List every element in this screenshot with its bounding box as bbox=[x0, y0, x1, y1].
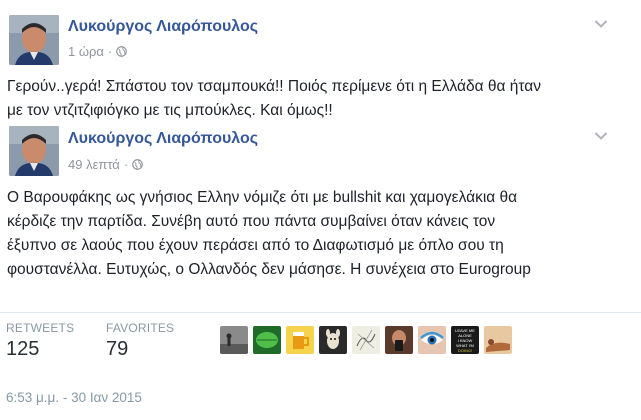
avatar-text-poster-icon[interactable]: LEAVE ME ALONE I KNOW WHAT I'M DOING! bbox=[451, 326, 479, 354]
post-text: Ο Βαρουφάκης ως γνήσιος Ελλην νόμιζε ότι… bbox=[7, 186, 531, 282]
avatar-photo-icon bbox=[9, 126, 59, 176]
avatar-green-leaf-icon[interactable] bbox=[253, 326, 281, 354]
chevron-down-icon[interactable] bbox=[594, 131, 608, 141]
avatar-eye-makeup-icon[interactable] bbox=[418, 326, 446, 354]
facebook-post-2: Λυκούργος Λιαρόπουλος 49 λεπτά · Ο Βαρου… bbox=[0, 0, 641, 300]
post-text-line: κέρδιζε την παρτίδα. Συνέβη αυτό που πάν… bbox=[7, 213, 496, 230]
globe-icon bbox=[132, 159, 144, 170]
favorites-count[interactable]: 79 bbox=[106, 338, 128, 361]
favoriters-avatars: LEAVE ME ALONE I KNOW WHAT I'M DOING! bbox=[220, 326, 512, 354]
post-time[interactable]: 49 λεπτά bbox=[68, 157, 120, 172]
avatar-beer-mug-icon[interactable] bbox=[286, 326, 314, 354]
favorites-label[interactable]: FAVORITES bbox=[106, 321, 174, 335]
avatar-sketch-icon[interactable] bbox=[352, 326, 380, 354]
avatar-silhouette-fog-icon[interactable] bbox=[220, 326, 248, 354]
post-text-line: έξυπνο σε λαούς που έχουν περάσει από το… bbox=[7, 237, 504, 254]
author-name[interactable]: Λυκούργος Λιαρόπουλος bbox=[68, 130, 258, 148]
retweets-count[interactable]: 125 bbox=[6, 338, 39, 361]
meta-separator: · bbox=[123, 157, 129, 172]
avatar-llama-icon[interactable] bbox=[319, 326, 347, 354]
retweets-label[interactable]: RETWEETS bbox=[6, 321, 74, 335]
tweet-timestamp[interactable]: 6:53 μ.μ. - 30 Ιαν 2015 bbox=[6, 390, 142, 405]
avatar-reclining-figure-icon[interactable] bbox=[484, 326, 512, 354]
post-text-line: φουστανέλλα. Ευτυχώς, ο Ολλανδός δεν μάσ… bbox=[7, 261, 531, 278]
post-text-line: Ο Βαρουφάκης ως γνήσιος Ελλην νόμιζε ότι… bbox=[7, 189, 518, 206]
author-avatar[interactable] bbox=[9, 126, 59, 176]
post-meta: 49 λεπτά · bbox=[68, 157, 144, 172]
poster-line: DOING! bbox=[458, 348, 472, 353]
avatar-phone-photo-icon[interactable] bbox=[385, 326, 413, 354]
divider bbox=[0, 312, 641, 313]
